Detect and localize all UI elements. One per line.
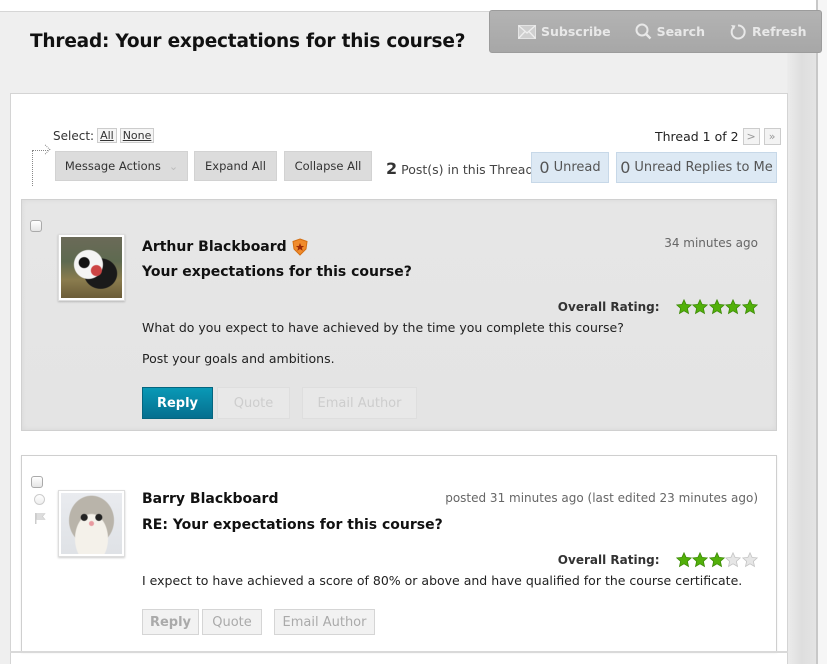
post-body-line: I expect to have achieved a score of 80%… [142, 573, 743, 588]
star-badge-icon [292, 238, 308, 256]
subscribe-label: Subscribe [541, 24, 611, 39]
reply-button[interactable]: Reply [142, 609, 199, 635]
search-button[interactable]: Search [635, 23, 705, 40]
select-controls: Select: All None [53, 128, 155, 143]
unread-replies-button[interactable]: 0 Unread Replies to Me [616, 152, 777, 183]
avatar [58, 490, 125, 557]
post-body-line: Post your goals and ambitions. [142, 351, 335, 366]
post-subject: RE: Your expectations for this course? [142, 517, 443, 533]
star-filled-icon[interactable] [675, 299, 692, 315]
panda-avatar-image [61, 237, 122, 298]
next-thread-button[interactable]: > [742, 128, 760, 145]
search-label: Search [656, 24, 705, 39]
quote-button[interactable]: Quote [202, 609, 262, 635]
double-chevron-down-icon: ⌄ [168, 159, 179, 173]
star-empty-icon[interactable] [725, 552, 741, 568]
overall-rating: Overall Rating: [558, 552, 758, 568]
unread-filter-button[interactable]: 0 Unread [531, 152, 609, 183]
collapse-all-button[interactable]: Collapse All [284, 151, 372, 181]
star-filled-icon[interactable] [692, 552, 708, 568]
star-filled-icon[interactable] [675, 552, 692, 568]
select-label: Select: [53, 128, 95, 143]
refresh-icon [730, 23, 746, 39]
thread-position: Thread 1 of 2 [655, 129, 739, 144]
unread-replies-count: 0 [620, 158, 631, 177]
rating-label: Overall Rating: [557, 300, 660, 314]
dotted-arrow-icon [32, 150, 48, 186]
message-actions-label: Message Actions [64, 159, 161, 173]
posts-count: 2 Post(s) in this Thread [386, 159, 533, 178]
posts-count-label: Post(s) in this Thread [401, 162, 534, 177]
post-body-line: What do you expect to have achieved by t… [142, 320, 624, 335]
star-filled-icon[interactable] [725, 299, 741, 315]
refresh-label: Refresh [751, 24, 807, 39]
star-filled-icon[interactable] [741, 299, 758, 315]
page-title: Thread: Your expectations for this cours… [30, 31, 466, 52]
email-author-button[interactable]: Email Author [302, 387, 417, 419]
select-none-link[interactable]: None [119, 128, 155, 143]
refresh-button[interactable]: Refresh [729, 23, 807, 41]
author-name: Barry Blackboard [142, 491, 279, 507]
search-icon [635, 23, 651, 40]
cat-avatar-image [61, 493, 122, 554]
author-name: Arthur Blackboard [142, 239, 287, 255]
post-author[interactable]: Barry Blackboard [142, 491, 278, 507]
mark-read-radio[interactable] [34, 494, 45, 505]
email-author-button[interactable]: Email Author [274, 609, 375, 635]
bottom-divider [10, 651, 788, 653]
star-filled-icon[interactable] [708, 299, 725, 315]
message-actions-button[interactable]: Message Actions ⌄ [55, 151, 188, 181]
last-thread-button[interactable]: » [763, 128, 781, 145]
unread-label: Unread [553, 160, 601, 175]
select-all-link[interactable]: All [97, 128, 117, 143]
unread-replies-label: Unread Replies to Me [634, 160, 773, 175]
post-timestamp: posted 31 minutes ago (last edited 23 mi… [445, 491, 758, 505]
thread-toolbar: Subscribe Search Refresh [489, 10, 822, 53]
thread-pagination: Thread 1 of 2 > » [655, 128, 781, 145]
reply-button[interactable]: Reply [142, 387, 213, 419]
post-select-checkbox[interactable] [30, 220, 42, 232]
avatar [58, 234, 125, 301]
star-empty-icon[interactable] [741, 552, 758, 568]
rating-stars[interactable] [675, 299, 759, 315]
post-author[interactable]: Arthur Blackboard [142, 238, 309, 256]
flag-icon[interactable] [34, 512, 47, 525]
expand-all-button[interactable]: Expand All [194, 151, 277, 181]
star-filled-icon[interactable] [692, 299, 708, 315]
rating-stars[interactable] [675, 552, 759, 568]
rating-label: Overall Rating: [557, 553, 660, 567]
scrollbar-track[interactable] [816, 0, 827, 664]
subscribe-button[interactable]: Subscribe [518, 24, 611, 39]
unread-count: 0 [539, 158, 550, 177]
quote-button[interactable]: Quote [217, 387, 290, 419]
post-timestamp: 34 minutes ago [664, 236, 758, 250]
post-select-checkbox[interactable] [31, 476, 43, 488]
post-subject: Your expectations for this course? [142, 264, 412, 280]
star-filled-icon[interactable] [708, 552, 725, 568]
envelope-icon [518, 24, 536, 39]
posts-count-number: 2 [386, 159, 398, 178]
right-shadow [787, 11, 816, 664]
overall-rating: Overall Rating: [558, 299, 758, 315]
